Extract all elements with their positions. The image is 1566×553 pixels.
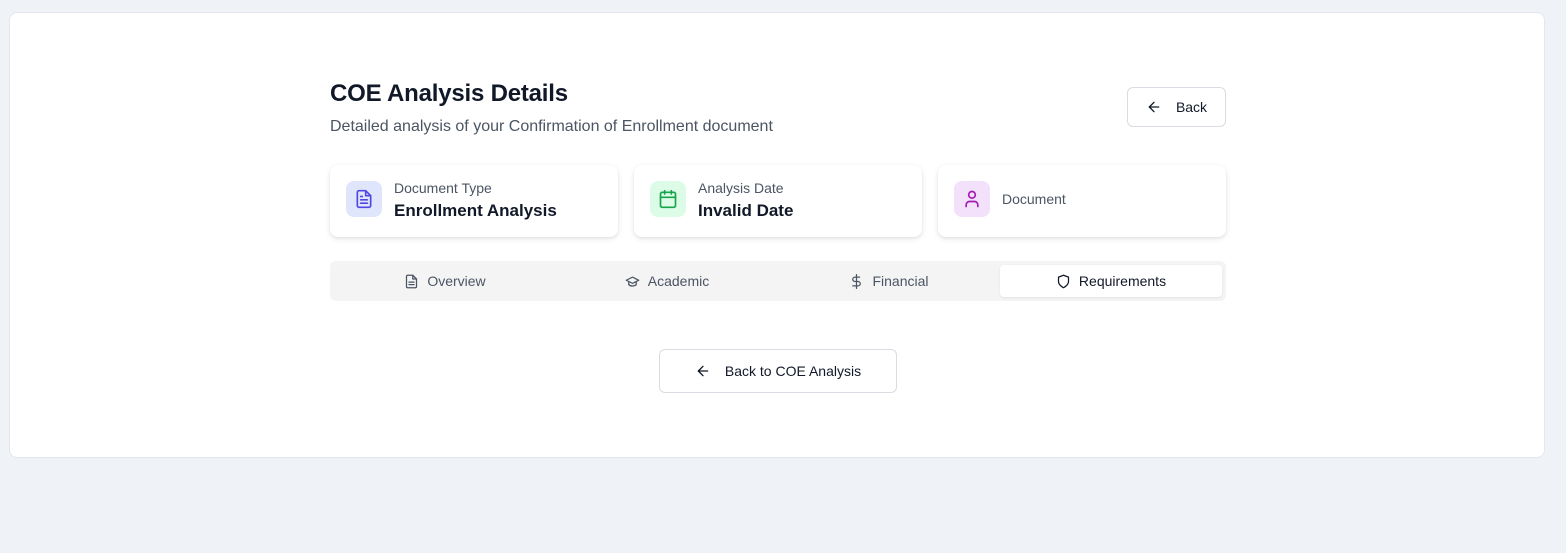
card-analysis-date: Analysis Date Invalid Date: [634, 165, 922, 237]
tab-label: Requirements: [1078, 273, 1167, 289]
dollar-icon: [849, 273, 864, 289]
document-icon: [404, 274, 419, 289]
graduation-cap-icon: [625, 274, 640, 289]
back-to-coe-analysis-label: Back to COE Analysis: [724, 363, 862, 379]
tab-bar: Overview Academic Financial Requirements: [330, 261, 1226, 301]
arrow-left-icon: [695, 363, 711, 379]
tab-requirements[interactable]: Requirements: [1000, 265, 1222, 297]
tab-overview[interactable]: Overview: [334, 265, 556, 297]
tab-label: Academic: [647, 273, 710, 289]
card-value: Enrollment Analysis: [394, 201, 557, 220]
page-title: COE Analysis Details: [330, 80, 568, 107]
back-button[interactable]: Back: [1127, 87, 1226, 127]
card-label: Document: [1002, 191, 1066, 207]
card-value: Invalid Date: [698, 201, 794, 220]
back-to-coe-analysis-button[interactable]: Back to COE Analysis: [659, 349, 897, 393]
card-document: Document: [938, 165, 1226, 237]
shield-icon: [1056, 274, 1071, 289]
tab-financial[interactable]: Financial: [778, 265, 1000, 297]
arrow-left-icon: [1146, 99, 1162, 115]
back-button-label: Back: [1175, 99, 1208, 115]
summary-cards: Document Type Enrollment Analysis Analys…: [330, 165, 1226, 237]
calendar-icon: [650, 181, 686, 217]
card-document-type: Document Type Enrollment Analysis: [330, 165, 618, 237]
page-header: COE Analysis Details Detailed analysis o…: [330, 79, 1226, 139]
document-icon: [346, 181, 382, 217]
card-label: Document Type: [394, 180, 492, 196]
tab-label: Financial: [872, 273, 929, 289]
tab-label: Overview: [427, 273, 486, 289]
card-label: Analysis Date: [698, 180, 784, 196]
page-subtitle: Detailed analysis of your Confirmation o…: [330, 118, 773, 135]
user-icon: [954, 181, 990, 217]
tab-academic[interactable]: Academic: [556, 265, 778, 297]
main-panel: COE Analysis Details Detailed analysis o…: [9, 12, 1545, 458]
